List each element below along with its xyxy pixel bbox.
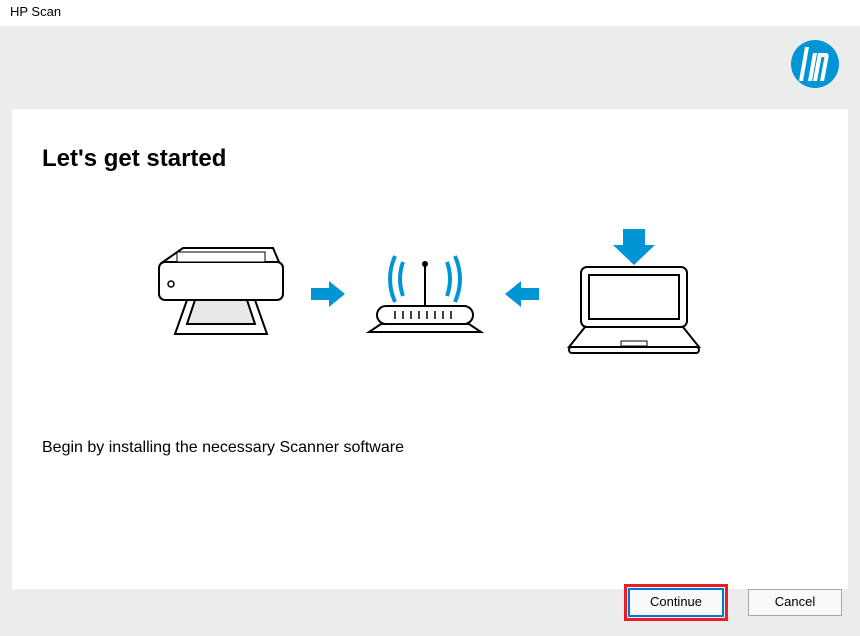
arrow-left-icon (505, 279, 539, 309)
hp-logo (790, 39, 840, 89)
button-bar: Continue Cancel (12, 582, 848, 622)
arrow-right-icon (311, 279, 345, 309)
cancel-button[interactable]: Cancel (748, 589, 842, 616)
installer-body: Let's get started (0, 27, 860, 636)
printer-icon (151, 244, 291, 344)
page-heading: Let's get started (42, 145, 818, 173)
content-panel: Let's get started (12, 109, 848, 589)
continue-highlight: Continue (624, 584, 728, 621)
router-icon (365, 244, 485, 344)
laptop-icon (559, 229, 709, 359)
instruction-text: Begin by installing the necessary Scanne… (42, 439, 818, 457)
connection-illustration (42, 229, 818, 359)
window-titlebar: HP Scan (0, 0, 860, 27)
continue-button[interactable]: Continue (629, 589, 723, 616)
window-title: HP Scan (10, 4, 61, 19)
